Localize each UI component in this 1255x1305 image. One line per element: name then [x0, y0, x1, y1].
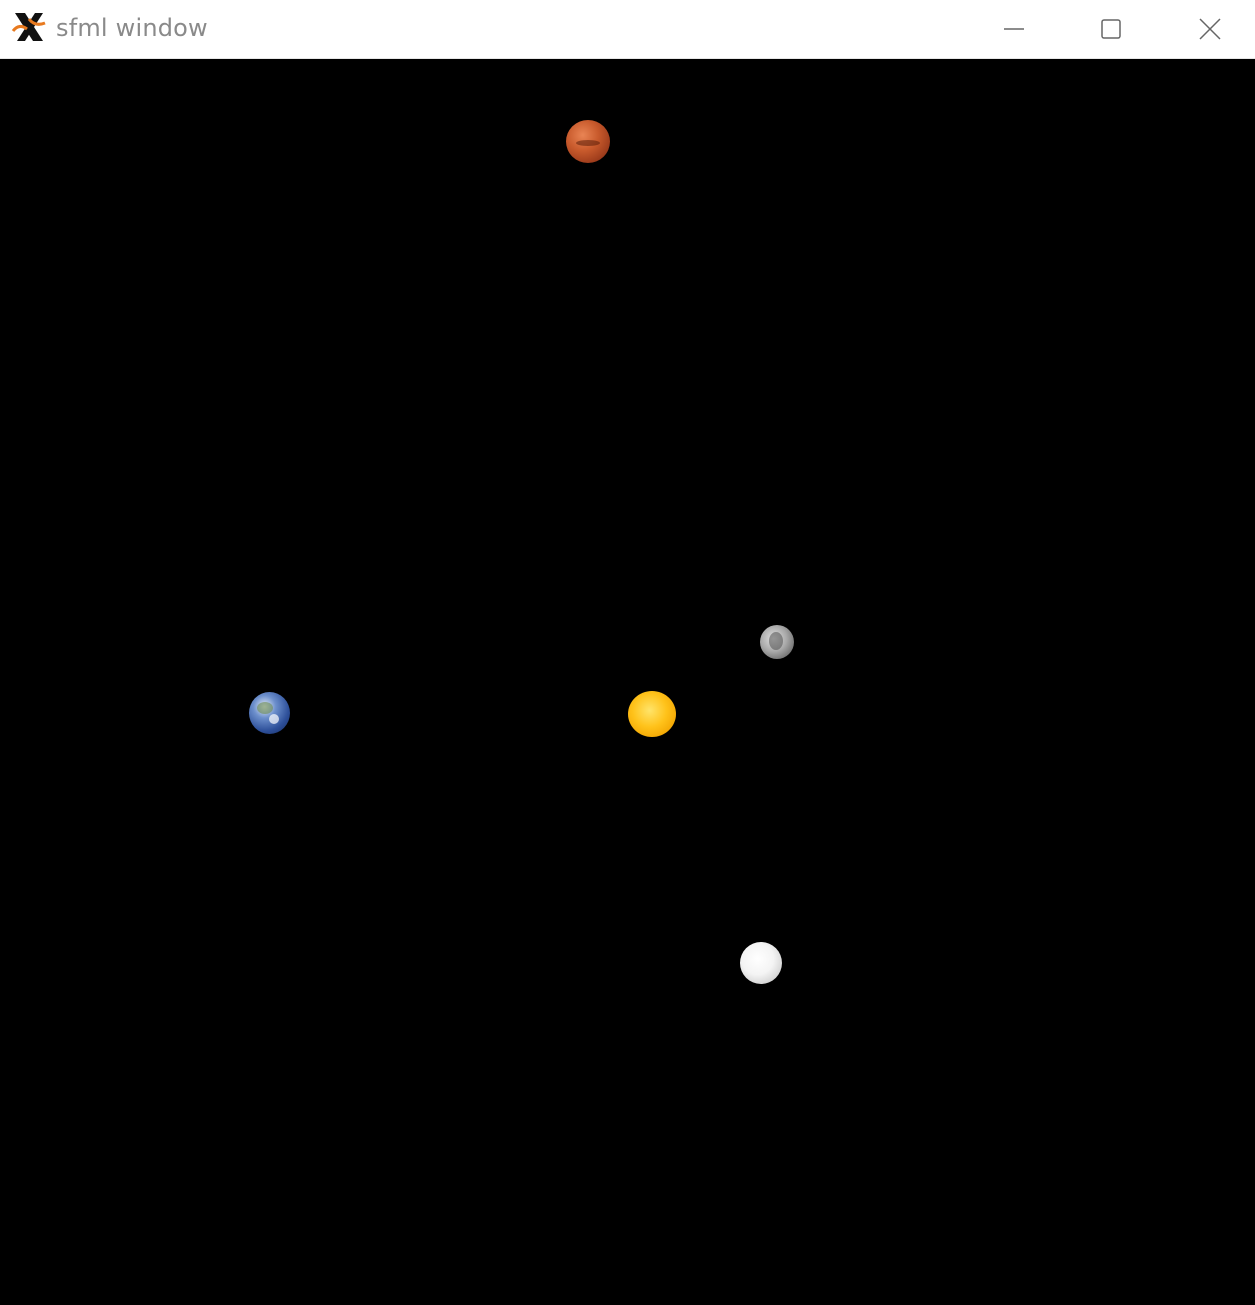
render-canvas[interactable] — [0, 59, 1255, 1305]
close-icon — [1199, 18, 1221, 40]
sfml-window: sfml window — [0, 0, 1255, 1305]
maximize-button[interactable] — [1063, 0, 1159, 58]
minimize-button[interactable] — [966, 0, 1062, 58]
close-button[interactable] — [1162, 0, 1255, 58]
sun — [628, 691, 676, 737]
title-bar[interactable]: sfml window — [0, 0, 1255, 59]
mars-planet — [566, 120, 610, 163]
moon — [760, 625, 794, 659]
window-title: sfml window — [56, 14, 208, 42]
earth-planet — [249, 692, 290, 734]
white-planet — [740, 942, 782, 984]
maximize-icon — [1101, 19, 1121, 39]
app-x-icon — [11, 13, 46, 41]
minimize-icon — [1004, 28, 1024, 30]
